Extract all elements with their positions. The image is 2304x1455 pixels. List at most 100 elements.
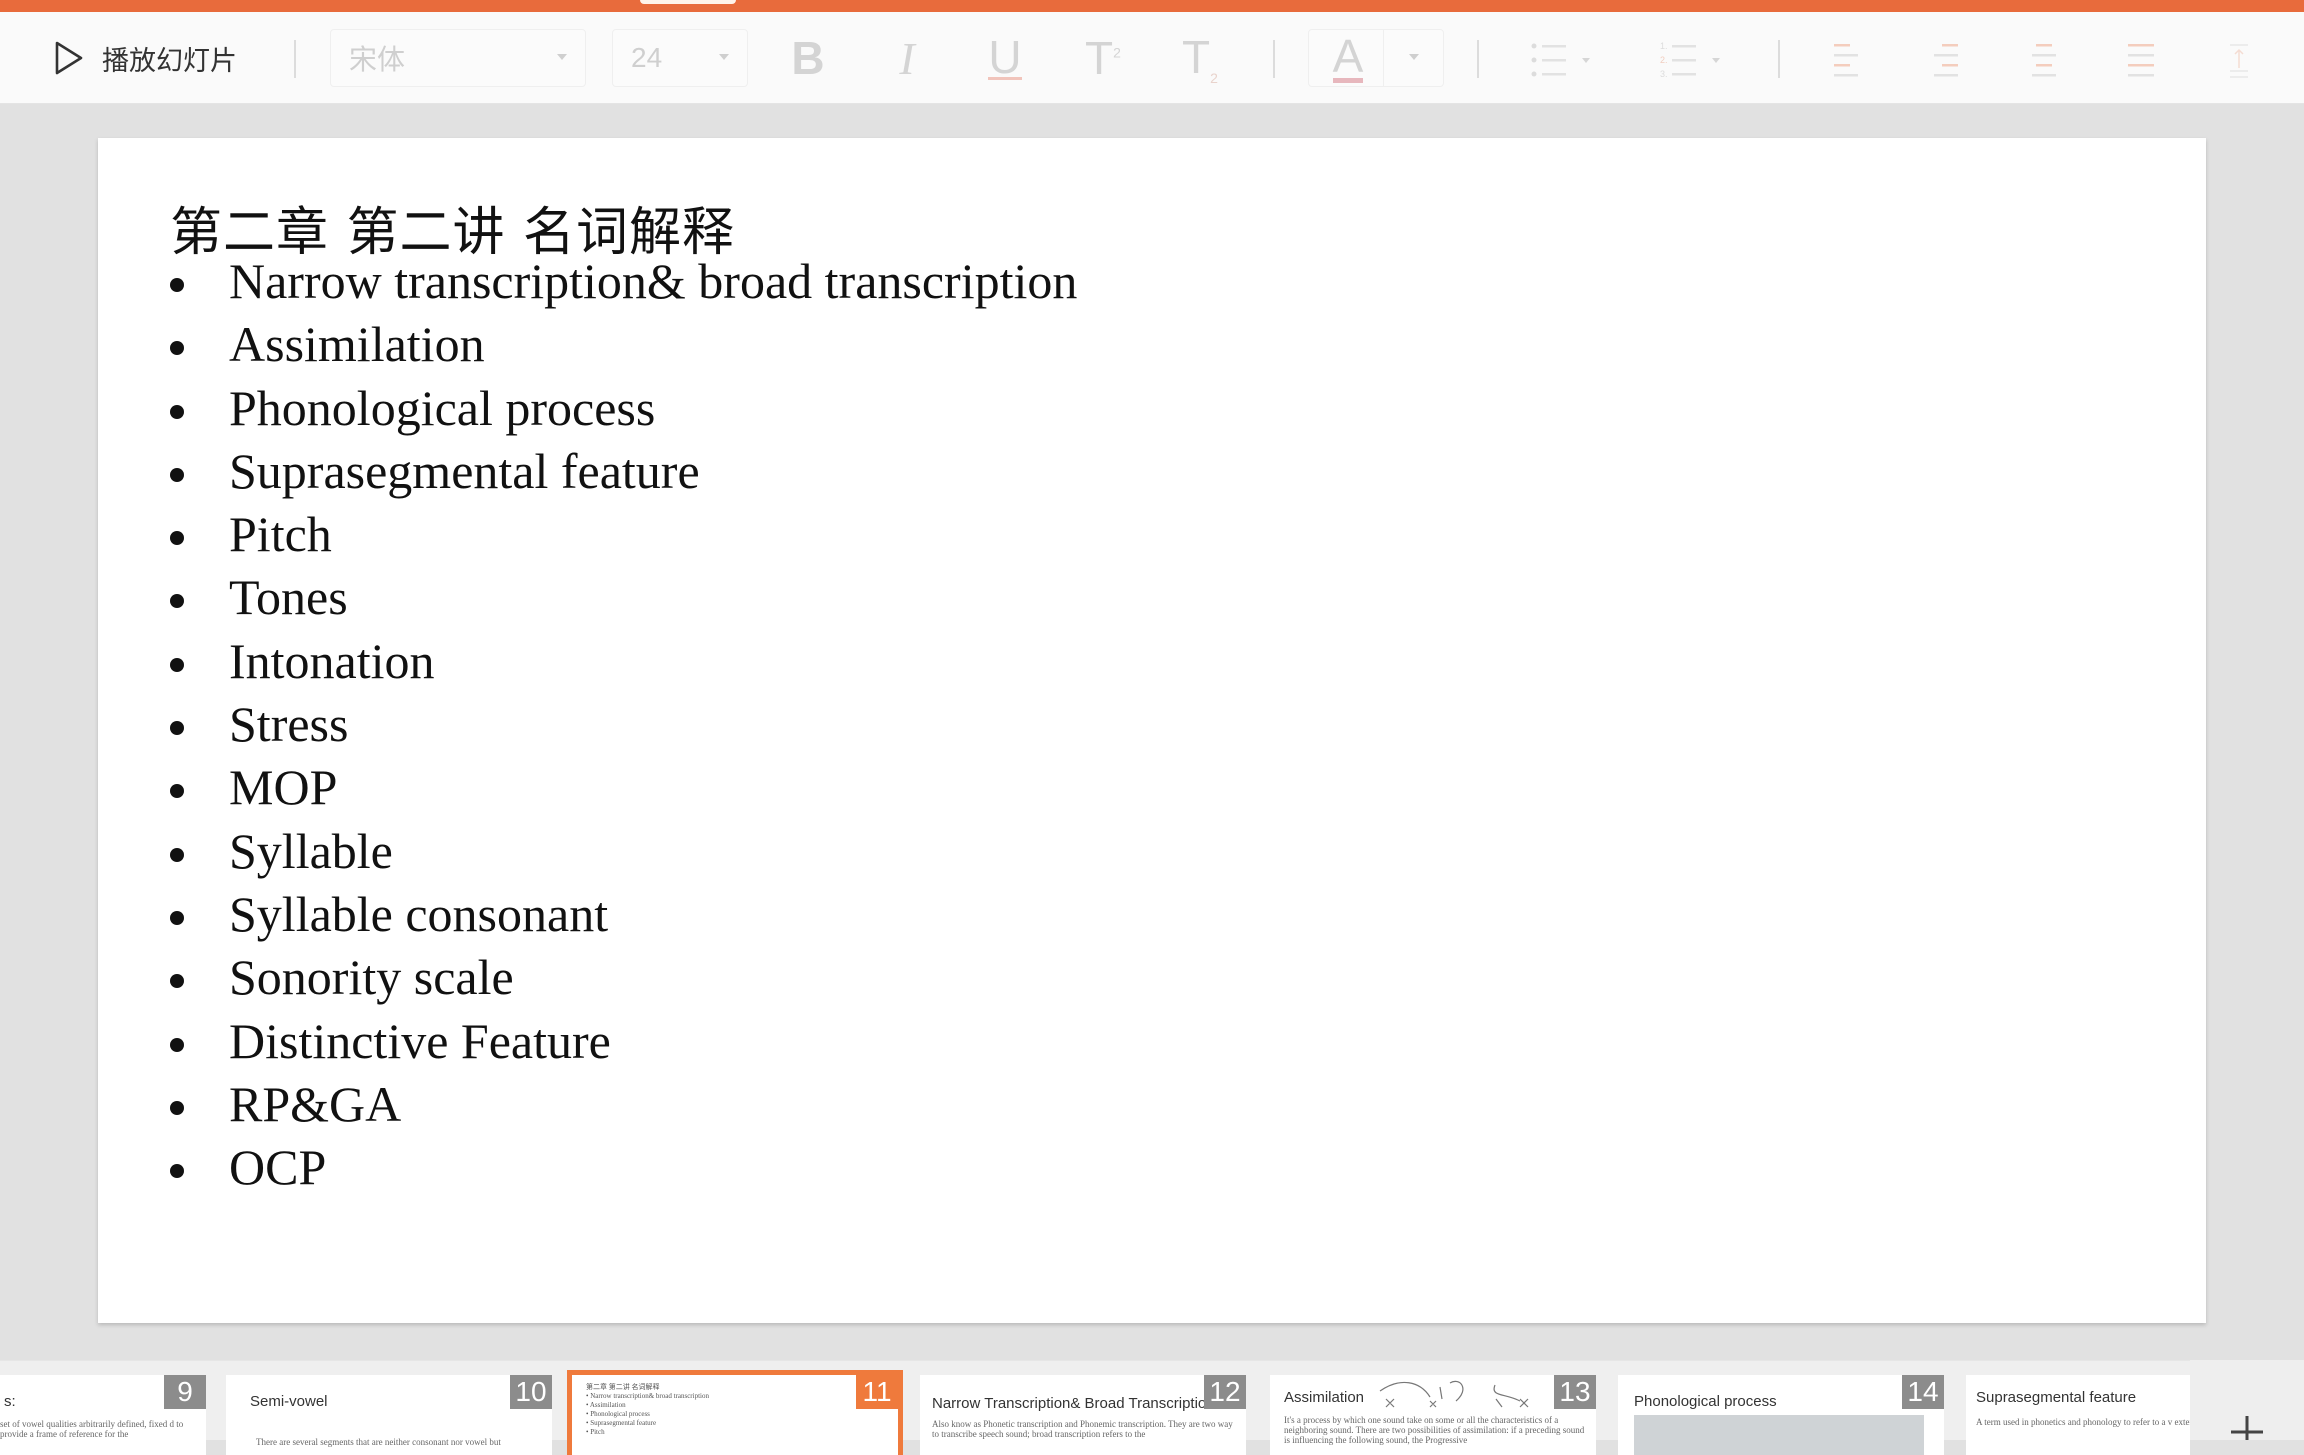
plus-icon bbox=[2231, 1416, 2263, 1440]
font-color-icon: A bbox=[1332, 29, 1364, 83]
thumbnail-body: A term used in phonetics and phonology t… bbox=[1976, 1417, 2190, 1427]
slide-thumbnail-11[interactable]: 第二章 第二讲 名词解释 • Narrow transcription& bro… bbox=[567, 1370, 903, 1455]
underline-button[interactable]: U bbox=[970, 12, 1040, 104]
font-size-select[interactable]: 24 bbox=[612, 29, 748, 87]
bullet-icon bbox=[170, 404, 184, 419]
bullet-item[interactable]: Tones bbox=[170, 566, 1077, 629]
bullet-text: Assimilation bbox=[229, 316, 485, 373]
thumbnail-body: set of vowel qualities arbitrarily defin… bbox=[0, 1419, 184, 1439]
thumbnail-mini-content: 第二章 第二讲 名词解释 • Narrow transcription& bro… bbox=[586, 1383, 709, 1436]
bullet-text: Syllable bbox=[229, 822, 393, 879]
thumbnail-title: Assimilation bbox=[1284, 1389, 1365, 1406]
superscript-icon: T2 bbox=[1085, 32, 1121, 84]
bullet-icon bbox=[170, 1164, 184, 1179]
handwritten-notes-image bbox=[1634, 1415, 1924, 1455]
svg-text:3.: 3. bbox=[1660, 69, 1668, 79]
slide-thumbnail-12[interactable]: Narrow Transcription& Broad Transcriptio… bbox=[920, 1375, 1246, 1455]
bold-button[interactable]: B bbox=[773, 12, 843, 104]
slide-thumbnail-13[interactable]: Assimilation It's a process by which one… bbox=[1270, 1375, 1596, 1455]
bullet-icon bbox=[170, 847, 184, 862]
line-spacing-icon[interactable] bbox=[2228, 40, 2258, 80]
bullet-item[interactable]: Assimilation bbox=[170, 313, 1077, 376]
font-size-value: 24 bbox=[631, 42, 663, 73]
play-slideshow-label: 播放幻灯片 bbox=[102, 45, 237, 76]
slide-thumbnail-strip[interactable]: s: set of vowel qualities arbitrarily de… bbox=[0, 1360, 2304, 1455]
chevron-down-icon bbox=[557, 54, 567, 60]
font-family-select[interactable]: 宋体 bbox=[330, 29, 586, 87]
slide-number-badge: 12 bbox=[1204, 1375, 1246, 1409]
thumbnail-title: Phonological process bbox=[1634, 1393, 1777, 1410]
drag-handle[interactable] bbox=[640, 0, 736, 4]
bullet-item[interactable]: Stress bbox=[170, 693, 1077, 756]
slide-canvas: 第二章 第二讲 名词解释 Narrow transcription& broad… bbox=[0, 104, 2304, 1360]
align-justify-icon[interactable] bbox=[2126, 40, 2166, 80]
bullet-item[interactable]: Intonation bbox=[170, 630, 1077, 693]
svg-text:2.: 2. bbox=[1660, 55, 1668, 65]
bullet-text: Intonation bbox=[229, 632, 435, 689]
bullet-text: Sonority scale bbox=[229, 949, 514, 1006]
chevron-down-icon[interactable] bbox=[1409, 54, 1419, 60]
toolbar-divider bbox=[294, 40, 296, 78]
bullet-icon bbox=[170, 784, 184, 799]
italic-button[interactable]: I bbox=[872, 12, 942, 104]
bullet-item[interactable]: Suprasegmental feature bbox=[170, 440, 1077, 503]
thumbnail-body: There are several segments that are neit… bbox=[256, 1437, 501, 1447]
slide-number-badge: 9 bbox=[164, 1375, 206, 1409]
thumbnail-title: Suprasegmental feature bbox=[1976, 1389, 2137, 1406]
thumbnail-title: Semi-vowel bbox=[250, 1393, 328, 1410]
bullet-icon bbox=[170, 974, 184, 989]
bullet-item[interactable]: Narrow transcription& broad transcriptio… bbox=[170, 250, 1077, 313]
bullet-text: Phonological process bbox=[229, 379, 656, 436]
superscript-button[interactable]: T2 bbox=[1068, 12, 1138, 104]
picker-divider bbox=[1383, 30, 1384, 86]
bullet-list-icon[interactable] bbox=[1530, 40, 1600, 80]
bullet-item[interactable]: Syllable consonant bbox=[170, 883, 1077, 946]
bullet-text: Distinctive Feature bbox=[229, 1012, 611, 1069]
slide-number-badge: 14 bbox=[1902, 1375, 1944, 1409]
window-top-bar bbox=[0, 0, 2304, 12]
slide-number-badge: 13 bbox=[1554, 1375, 1596, 1409]
slide-thumbnail-15[interactable]: Suprasegmental feature A term used in ph… bbox=[1966, 1375, 2190, 1455]
bullet-item[interactable]: OCP bbox=[170, 1136, 1077, 1199]
bullet-icon bbox=[170, 531, 184, 546]
add-slide-button[interactable] bbox=[2190, 1360, 2304, 1440]
play-icon bbox=[55, 41, 83, 75]
bullet-icon bbox=[170, 657, 184, 672]
bullet-item[interactable]: Phonological process bbox=[170, 377, 1077, 440]
font-color-picker[interactable]: A bbox=[1308, 29, 1444, 87]
bullet-item[interactable]: Distinctive Feature bbox=[170, 1010, 1077, 1073]
numbered-list-icon[interactable]: 1. 2. 3. bbox=[1660, 40, 1730, 80]
bullet-icon bbox=[170, 1037, 184, 1052]
align-left-icon[interactable] bbox=[1832, 40, 1872, 80]
bullet-icon bbox=[170, 341, 184, 356]
align-right-icon[interactable] bbox=[1930, 40, 1970, 80]
bullet-item[interactable]: RP&GA bbox=[170, 1073, 1077, 1136]
subscript-button[interactable]: T2 bbox=[1165, 12, 1235, 104]
bullet-item[interactable]: MOP bbox=[170, 756, 1077, 819]
bullet-icon bbox=[170, 594, 184, 609]
bullet-icon bbox=[170, 1100, 184, 1115]
bullet-icon bbox=[170, 910, 184, 925]
bullet-text: Syllable consonant bbox=[229, 885, 609, 942]
bullet-item[interactable]: Pitch bbox=[170, 503, 1077, 566]
thumbnail-body: Also know as Phonetic transcription and … bbox=[932, 1419, 1233, 1439]
chevron-down-icon bbox=[719, 54, 729, 60]
toolbar-divider bbox=[1778, 40, 1780, 78]
bullet-icon bbox=[170, 467, 184, 482]
align-center-icon[interactable] bbox=[2028, 40, 2068, 80]
slide-number-badge: 11 bbox=[856, 1375, 898, 1409]
bullet-list[interactable]: Narrow transcription& broad transcriptio… bbox=[170, 250, 1077, 1199]
thumbnail-body: It's a process by which one sound take o… bbox=[1284, 1415, 1585, 1445]
bullet-item[interactable]: Syllable bbox=[170, 820, 1077, 883]
bullet-text: OCP bbox=[229, 1139, 327, 1196]
svg-text:1.: 1. bbox=[1660, 41, 1668, 51]
font-color-button[interactable]: A bbox=[1313, 30, 1383, 86]
slide-thumbnail-14[interactable]: Phonological process 14 bbox=[1618, 1375, 1944, 1455]
bold-icon: B bbox=[791, 32, 825, 84]
underline-icon: U bbox=[988, 30, 1022, 83]
play-slideshow-button[interactable]: 播放幻灯片 bbox=[48, 12, 248, 104]
current-slide[interactable]: 第二章 第二讲 名词解释 Narrow transcription& broad… bbox=[98, 138, 2206, 1323]
slide-thumbnail-10[interactable]: Semi-vowel There are several segments th… bbox=[226, 1375, 552, 1455]
bullet-item[interactable]: Sonority scale bbox=[170, 946, 1077, 1009]
slide-thumbnail-9[interactable]: s: set of vowel qualities arbitrarily de… bbox=[0, 1375, 206, 1455]
